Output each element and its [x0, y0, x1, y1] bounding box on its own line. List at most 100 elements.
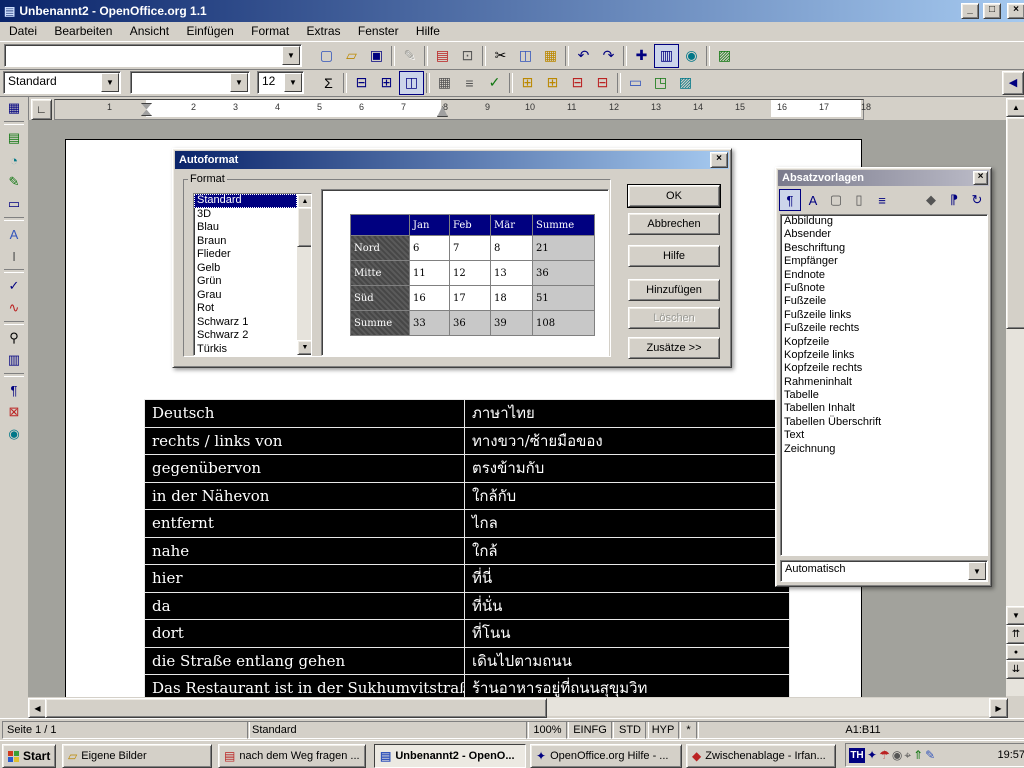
menu-bearbeiten[interactable]: Bearbeiten: [47, 22, 119, 40]
menu-extras[interactable]: Extras: [300, 22, 348, 40]
vocabulary-table[interactable]: Deutschภาษาไทย rechts / links vonทางขวา/…: [144, 399, 790, 697]
cell-de[interactable]: da: [145, 592, 465, 620]
scroll-up-icon[interactable]: ▲: [1006, 98, 1024, 117]
format-option-standard[interactable]: Standard: [194, 194, 297, 208]
spellcheck-icon[interactable]: ✓: [3, 275, 25, 297]
hyperlink-icon[interactable]: ◉: [679, 44, 704, 68]
style-item[interactable]: Absender: [781, 228, 987, 241]
style-item[interactable]: Beschriftung: [781, 242, 987, 255]
font-combobox[interactable]: ▼: [130, 71, 250, 94]
auto-spellcheck-icon[interactable]: ∿: [3, 297, 25, 319]
stylist-close-icon[interactable]: ×: [973, 171, 988, 185]
scroll-right-icon[interactable]: ▶: [989, 698, 1008, 718]
help-button[interactable]: Hilfe: [628, 245, 720, 267]
cell-th[interactable]: ที่นี่: [465, 565, 790, 593]
cell-de[interactable]: rechts / links von: [145, 427, 465, 455]
navigator-icon[interactable]: ✚: [629, 44, 654, 68]
background-icon[interactable]: ▨: [673, 71, 698, 95]
minimize-button[interactable]: _: [961, 3, 979, 19]
cell-th[interactable]: เดินไปตามถนน: [465, 647, 790, 675]
vscroll-thumb[interactable]: [1006, 117, 1024, 329]
cell-de[interactable]: hier: [145, 565, 465, 593]
new-style-from-selection-icon[interactable]: ⁋: [943, 189, 965, 211]
close-button[interactable]: ×: [1007, 3, 1024, 19]
format-option[interactable]: Gelb: [194, 262, 297, 276]
update-style-icon[interactable]: ↻: [966, 189, 988, 211]
task-unbenannt2[interactable]: ▤ Unbenannt2 - OpenO...: [374, 744, 526, 768]
insert-chart-icon[interactable]: ◔: [3, 149, 25, 171]
cell-de[interactable]: Deutsch: [145, 400, 465, 428]
style-item[interactable]: Zeichnung: [781, 443, 987, 456]
url-combobox[interactable]: ▼: [4, 44, 302, 67]
style-item[interactable]: Fußnote: [781, 282, 987, 295]
task-eigene-bilder[interactable]: ▱ Eigene Bilder: [62, 744, 212, 768]
list-scroll-down-icon[interactable]: ▼: [297, 340, 312, 355]
find-icon[interactable]: ⚲: [3, 327, 25, 349]
style-filter-value[interactable]: Automatisch: [781, 561, 967, 581]
tray-mouse-icon[interactable]: ⌖: [904, 748, 911, 763]
cell-th[interactable]: ใกล้กับ: [465, 482, 790, 510]
cut-icon[interactable]: ✂: [488, 44, 513, 68]
form-functions-icon[interactable]: ▭: [3, 193, 25, 215]
fontsize-dropdown-icon[interactable]: ▼: [284, 73, 302, 92]
style-combobox[interactable]: Standard ▼: [3, 71, 121, 94]
wrap-icon[interactable]: ◳: [648, 71, 673, 95]
tray-volume-icon[interactable]: ◉: [892, 748, 902, 762]
data-sources-icon[interactable]: ▥: [3, 349, 25, 371]
undo-icon[interactable]: ↶: [571, 44, 596, 68]
style-item[interactable]: Fußzeile: [781, 295, 987, 308]
tray-clock[interactable]: 19:57: [997, 749, 1024, 761]
insert-object-icon[interactable]: I: [3, 245, 25, 267]
menu-einfuegen[interactable]: Einfügen: [179, 22, 240, 40]
autoformat-icon[interactable]: ✓: [482, 71, 507, 95]
insert-col-icon[interactable]: ⊞: [540, 71, 565, 95]
frame-styles-icon[interactable]: ▢: [825, 189, 847, 211]
page-styles-icon[interactable]: ▯: [848, 189, 870, 211]
hscroll-thumb[interactable]: [45, 698, 547, 718]
format-option[interactable]: Flieder: [194, 248, 297, 262]
borders-icon[interactable]: ▦: [432, 71, 457, 95]
style-item[interactable]: Text: [781, 429, 987, 442]
style-item[interactable]: Fußzeile rechts: [781, 322, 987, 335]
cell-de[interactable]: Das Restaurant ist in der Sukhumvitstraß…: [145, 675, 465, 698]
style-item[interactable]: Abbildung: [781, 215, 987, 228]
format-option[interactable]: Rot: [194, 302, 297, 316]
style-item[interactable]: Kopfzeile links: [781, 349, 987, 362]
style-item[interactable]: Rahmeninhalt: [781, 376, 987, 389]
insert-table-icon[interactable]: ▦: [3, 97, 25, 119]
scroll-down-icon[interactable]: ▼: [1006, 606, 1024, 625]
insert-icon[interactable]: ▤: [3, 127, 25, 149]
paragraph-styles-icon[interactable]: ¶: [779, 189, 801, 211]
format-option[interactable]: 3D: [194, 208, 297, 222]
menu-format[interactable]: Format: [244, 22, 296, 40]
fontsize-combobox[interactable]: 12 ▼: [257, 71, 304, 94]
cell-de[interactable]: nahe: [145, 537, 465, 565]
format-list-scrollbar[interactable]: ▲ ▼: [297, 194, 311, 355]
dialog-titlebar[interactable]: Autoformat ×: [175, 151, 729, 169]
cell-de[interactable]: dort: [145, 620, 465, 648]
url-dropdown-icon[interactable]: ▼: [282, 46, 300, 65]
cell-th[interactable]: ตรงข้ามกับ: [465, 455, 790, 483]
next-page-icon[interactable]: ⇊: [1006, 660, 1024, 679]
optimize-icon[interactable]: ◫: [399, 71, 424, 95]
save-icon[interactable]: ▣: [364, 44, 389, 68]
status-hyperlink-mode[interactable]: HYP: [645, 721, 681, 739]
cell-de[interactable]: in der Nähevon: [145, 482, 465, 510]
menu-hilfe[interactable]: Hilfe: [409, 22, 447, 40]
style-item[interactable]: Kopfzeile rechts: [781, 362, 987, 375]
cancel-button[interactable]: Abbrechen: [628, 213, 720, 235]
cell-th[interactable]: ภาษาไทย: [465, 400, 790, 428]
insert-fields-icon[interactable]: A: [3, 223, 25, 245]
format-option[interactable]: Schwarz 1: [194, 316, 297, 330]
ruler[interactable]: 1 2 3 4 5 6 7 8 9 10 11 12 13 14 15 16 1…: [54, 99, 864, 120]
online-layout-icon[interactable]: ◉: [3, 423, 25, 445]
style-item[interactable]: Tabellen Inhalt: [781, 402, 987, 415]
copy-icon[interactable]: ◫: [513, 44, 538, 68]
font-dropdown-icon[interactable]: ▼: [230, 73, 248, 92]
format-option[interactable]: Grün: [194, 275, 297, 289]
style-value[interactable]: Standard: [4, 72, 100, 93]
images-onoff-icon[interactable]: ⊠: [3, 401, 25, 423]
draw-functions-icon[interactable]: ✎: [3, 171, 25, 193]
tray-update-icon[interactable]: ⇑: [913, 748, 923, 762]
delete-col-icon[interactable]: ⊟: [590, 71, 615, 95]
